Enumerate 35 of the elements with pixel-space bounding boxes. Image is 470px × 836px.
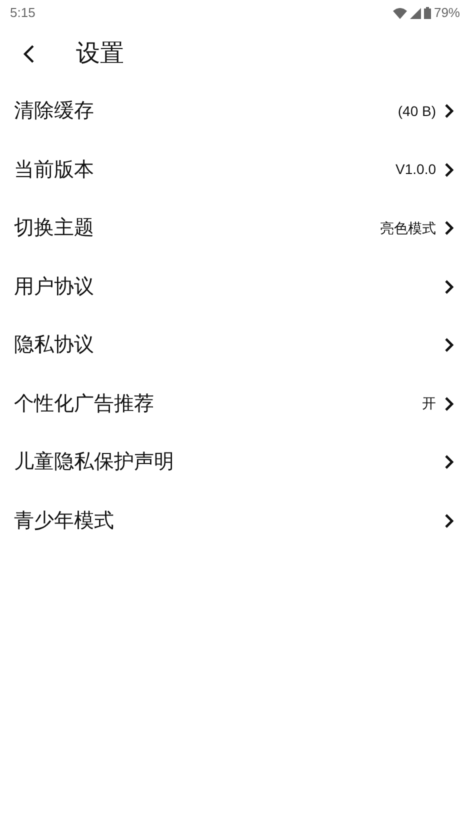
status-time: 5:15 bbox=[10, 4, 36, 22]
chevron-right-icon bbox=[444, 396, 454, 412]
row-value: 开 bbox=[422, 394, 436, 414]
row-label: 青少年模式 bbox=[14, 508, 114, 534]
battery-icon bbox=[424, 7, 431, 19]
signal-icon bbox=[410, 8, 421, 18]
settings-row[interactable]: 用户协议 bbox=[0, 258, 470, 316]
settings-row[interactable]: 青少年模式 bbox=[0, 492, 470, 550]
chevron-right-icon bbox=[444, 454, 454, 470]
battery-level: 79% bbox=[434, 4, 460, 22]
back-icon bbox=[23, 44, 35, 64]
chevron-right-icon bbox=[444, 162, 454, 178]
chevron-right-icon bbox=[444, 337, 454, 354]
page-title: 设置 bbox=[76, 39, 124, 69]
row-value: 亮色模式 bbox=[380, 218, 436, 238]
settings-row[interactable]: 当前版本 V1.0.0 bbox=[0, 140, 470, 199]
row-label: 切换主题 bbox=[14, 216, 94, 242]
chevron-right-icon bbox=[444, 220, 454, 236]
chevron-right-icon bbox=[444, 512, 454, 529]
row-label: 隐私协议 bbox=[14, 333, 94, 358]
row-label: 清除缓存 bbox=[14, 99, 94, 124]
row-label: 个性化广告推荐 bbox=[14, 392, 154, 417]
settings-row[interactable]: 儿童隐私保护声明 bbox=[0, 433, 470, 492]
row-label: 用户协议 bbox=[14, 274, 94, 300]
settings-row[interactable]: 隐私协议 bbox=[0, 316, 470, 374]
row-value: (40 B) bbox=[398, 102, 436, 121]
settings-row[interactable]: 清除缓存 (40 B) bbox=[0, 82, 470, 140]
row-label: 当前版本 bbox=[14, 158, 94, 183]
wifi-icon bbox=[392, 8, 407, 18]
row-label: 儿童隐私保护声明 bbox=[14, 450, 174, 476]
chevron-right-icon bbox=[444, 103, 454, 120]
settings-row[interactable]: 个性化广告推荐 开 bbox=[0, 374, 470, 433]
settings-row[interactable]: 切换主题 亮色模式 bbox=[0, 199, 470, 258]
chevron-right-icon bbox=[444, 278, 454, 295]
row-value: V1.0.0 bbox=[396, 160, 436, 180]
